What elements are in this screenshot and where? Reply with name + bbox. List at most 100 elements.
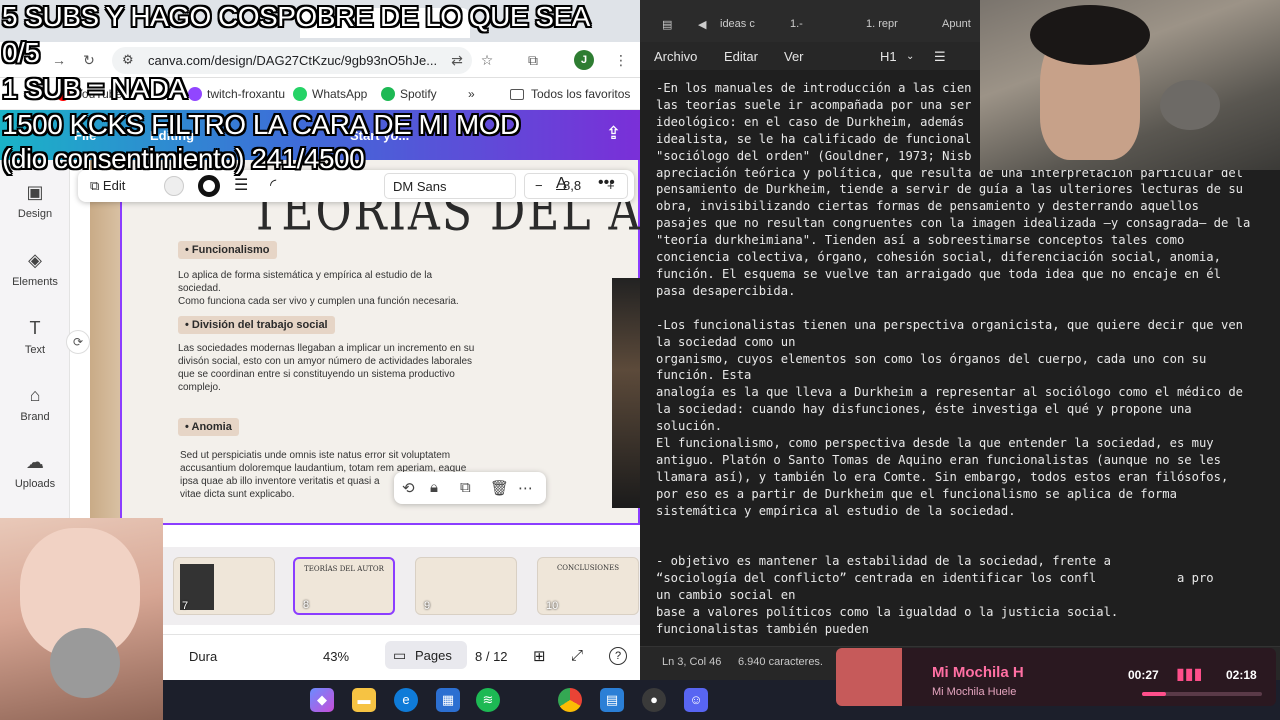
text-icon: T xyxy=(29,318,41,338)
notepad-tab[interactable]: 1. repr xyxy=(866,18,898,30)
notepad-taskbar-icon[interactable]: ▤ xyxy=(600,688,624,712)
page-thumbnail[interactable]: 9 xyxy=(415,557,517,615)
rail-uploads[interactable]: ☁ Uploads xyxy=(0,452,70,490)
track-progress-fill xyxy=(1142,692,1166,696)
twitch-icon xyxy=(188,87,202,101)
discord-icon[interactable]: ☺ xyxy=(684,688,708,712)
waveform-icon: ▮▮▮ xyxy=(1176,666,1203,683)
rail-elements[interactable]: ◈ Elements xyxy=(0,250,70,288)
track-progress xyxy=(1142,692,1262,696)
page-thumbnail[interactable]: 7 xyxy=(173,557,275,615)
line-spacing-icon[interactable]: ☰ xyxy=(234,175,248,195)
reload-icon[interactable]: ↻ xyxy=(80,51,98,69)
chrome-icon[interactable] xyxy=(558,688,582,712)
grid-view-icon[interactable]: ⊞ xyxy=(533,647,546,665)
webcam-guest xyxy=(0,518,163,720)
menu-icon[interactable]: ⋮ xyxy=(612,51,630,69)
spotify-taskbar-icon[interactable]: ≋ xyxy=(476,688,500,712)
text-toolbar: ⧉ Edit ☰ ◜ DM Sans − 8,8 + A ••• xyxy=(78,170,634,202)
copilot-icon[interactable]: ◆ xyxy=(310,688,334,712)
bookmark-twitch[interactable]: twitch-froxantu xyxy=(188,87,285,101)
more-icon[interactable]: ⋯ xyxy=(518,479,533,497)
zoom-level[interactable]: 43% xyxy=(323,649,349,664)
bookmark-star-icon[interactable]: ☆ xyxy=(478,51,496,69)
sync-icon[interactable]: ⟳ xyxy=(66,330,90,354)
page-thumbnail-selected[interactable]: TEORÍAS DEL AUTOR 8 xyxy=(293,557,395,615)
edge-icon[interactable]: e xyxy=(394,688,418,712)
overlay-goal-count: 0/5 xyxy=(2,37,40,68)
store-icon[interactable]: ▦ xyxy=(436,688,460,712)
track-artist: Mi Mochila Huele xyxy=(932,686,1017,698)
duplicate-icon[interactable]: ⧉ xyxy=(460,479,471,496)
section-body[interactable]: Las sociedades modernas llegaban a impli… xyxy=(178,342,474,394)
bookmark-spotify[interactable]: Spotify xyxy=(381,87,437,101)
menu-file[interactable]: Archivo xyxy=(654,49,697,64)
comment-icon[interactable]: ⟲ xyxy=(402,479,415,497)
text-color-icon[interactable] xyxy=(198,175,220,197)
elapsed-time: 00:27 xyxy=(1128,668,1159,682)
all-bookmarks[interactable]: Todos los favoritos xyxy=(510,87,630,101)
bookmark-whatsapp[interactable]: WhatsApp xyxy=(293,87,367,101)
page-counter: 8 / 12 xyxy=(475,649,508,664)
bookmarks-overflow[interactable]: » xyxy=(468,87,475,101)
screen: → ↻ ⚙ canva.com/design/DAG27CtKzuc/9gb93… xyxy=(0,0,1280,720)
file-explorer-icon[interactable]: ▬ xyxy=(352,688,376,712)
obs-icon[interactable]: ● xyxy=(642,688,666,712)
duration-button[interactable]: Dura xyxy=(189,649,217,664)
overlay-kicks-goal: 1500 KCKS FILTRO LA CARA DE MI MOD xyxy=(2,109,520,140)
layout-icon: ▣ xyxy=(26,182,44,202)
color-swatch[interactable] xyxy=(164,176,184,196)
site-settings-icon[interactable]: ⚙ xyxy=(122,52,134,68)
forward-icon[interactable]: → xyxy=(50,51,68,69)
notepad-tab[interactable]: Apunt xyxy=(942,18,971,30)
extensions-icon[interactable]: ⧉ xyxy=(524,51,542,69)
profile-avatar[interactable]: J xyxy=(574,50,594,70)
section-heading[interactable]: • División del trabajo social xyxy=(178,316,335,334)
now-playing-widget: Mi Mochila H Mi Mochila Huele 00:27 ▮▮▮ … xyxy=(836,648,1276,706)
text-format-icon[interactable]: A xyxy=(556,175,567,193)
share-icon[interactable]: ⇪ xyxy=(606,123,621,144)
help-button[interactable]: ? xyxy=(609,647,627,665)
section-heading[interactable]: • Funcionalismo xyxy=(178,241,277,259)
shapes-icon: ◈ xyxy=(28,250,42,270)
pages-button[interactable]: ▭ Pages xyxy=(385,641,467,669)
notepad-tab[interactable]: 1.- xyxy=(790,18,803,30)
rail-design[interactable]: ▣ Design xyxy=(0,182,70,220)
edit-button[interactable]: ⧉ Edit xyxy=(90,178,125,194)
chevron-down-icon[interactable]: ⌄ xyxy=(906,51,914,62)
spotify-icon xyxy=(381,87,395,101)
element-action-toolbar: ⟲ 🔒︎ ⧉ 🗑︎ ⋯ xyxy=(394,472,546,504)
heading-dropdown[interactable]: H1 xyxy=(880,49,897,64)
delete-icon[interactable]: 🗑︎ xyxy=(490,479,509,497)
overlay-kicks-count: (dio consentimiento) 241/4500 xyxy=(2,143,365,174)
lock-icon[interactable]: 🔒︎ xyxy=(430,479,438,496)
total-time: 02:18 xyxy=(1226,668,1257,682)
omnibox[interactable]: ⚙ canva.com/design/DAG27CtKzuc/9gb93nO5h… xyxy=(112,47,472,74)
pages-icon: ▭ xyxy=(393,647,407,663)
more-options-icon[interactable]: ••• xyxy=(598,174,615,192)
album-art xyxy=(836,648,902,706)
magic-edit-icon: ⧉ xyxy=(90,178,100,193)
page-thumbnail[interactable]: CONCLUSIONES 10 xyxy=(537,557,639,615)
list-format-icon[interactable]: ☰ xyxy=(934,49,946,65)
decrease-size-button[interactable]: − xyxy=(535,178,543,193)
tab-scroll-left-icon[interactable]: ◀ xyxy=(698,18,706,31)
menu-edit[interactable]: Editar xyxy=(724,49,758,64)
menu-view[interactable]: Ver xyxy=(784,49,804,64)
fullscreen-icon[interactable]: ⤢ xyxy=(571,647,583,664)
rail-text[interactable]: T Text xyxy=(0,318,70,356)
character-count: 6.940 caracteres. xyxy=(738,656,823,668)
url-text: canva.com/design/DAG27CtKzuc/9gb93nO5hJe… xyxy=(148,53,438,68)
translate-icon[interactable]: ⇄ xyxy=(448,51,466,69)
cat-shape xyxy=(50,628,120,698)
section-body[interactable]: Lo aplica de forma sistemática y empíric… xyxy=(178,269,459,308)
folder-icon xyxy=(510,89,524,100)
slide-photo[interactable] xyxy=(612,278,640,508)
notepad-tab[interactable]: ideas c xyxy=(720,18,755,30)
overlay-goal-cosplay: 5 SUBS Y HAGO COSPOBRE DE LO QUE SEA xyxy=(2,1,590,32)
curve-icon[interactable]: ◜ xyxy=(270,175,276,195)
font-selector[interactable]: DM Sans xyxy=(384,173,516,199)
section-heading[interactable]: • Anomia xyxy=(178,418,239,436)
rail-brand[interactable]: ⌂ Brand xyxy=(0,385,70,423)
cloud-upload-icon: ☁ xyxy=(26,452,44,472)
